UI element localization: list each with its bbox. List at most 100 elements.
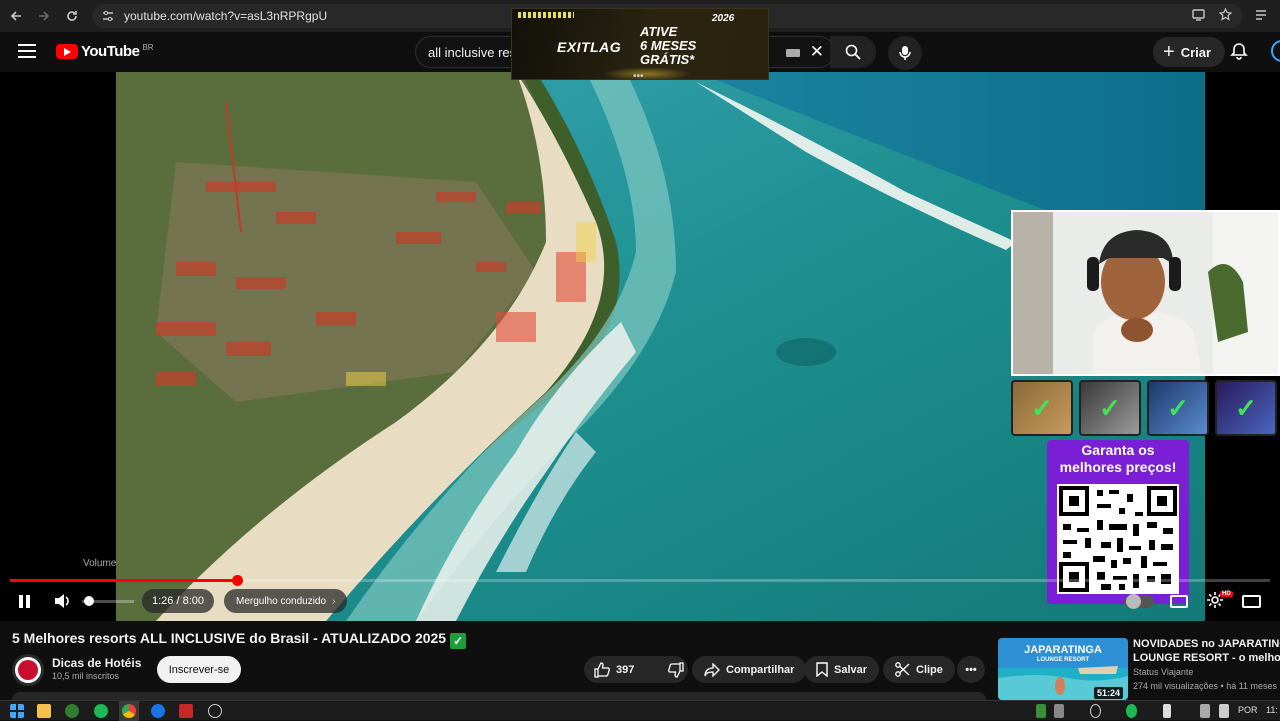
share-label: Compartilhar xyxy=(726,663,795,676)
promo-title: Garanta os melhores preços! xyxy=(1059,442,1177,475)
scissors-icon xyxy=(895,662,910,677)
subtitles-icon[interactable] xyxy=(1170,595,1188,608)
check-icon: ✓ xyxy=(1031,392,1053,423)
forward-button[interactable] xyxy=(30,2,58,30)
spotify-icon[interactable] xyxy=(94,704,108,718)
overlay-card-1: ✓ xyxy=(1011,380,1073,436)
file-explorer-icon[interactable] xyxy=(37,704,51,718)
arrow-right-icon xyxy=(39,11,50,21)
dislike-button[interactable] xyxy=(656,656,694,683)
hd-badge: HD xyxy=(1220,591,1233,597)
chapter-title: Mergulho conduzido xyxy=(236,595,327,607)
ad-dots: ••• xyxy=(633,71,644,80)
clip-label: Clipe xyxy=(916,663,943,676)
media-app-icon[interactable] xyxy=(179,704,193,718)
account-avatar[interactable] xyxy=(1271,40,1280,62)
youtube-play-icon xyxy=(56,44,78,59)
chrome-icon[interactable] xyxy=(122,704,136,718)
qr-code-image xyxy=(1057,484,1179,594)
menu-icon[interactable] xyxy=(18,44,36,58)
progress-scrubber[interactable] xyxy=(231,575,243,586)
url-text: youtube.com/watch?v=asL3nRPRgpU xyxy=(124,9,328,23)
reload-icon xyxy=(67,11,77,21)
system-app-icon[interactable] xyxy=(208,704,222,718)
ad-stripe xyxy=(518,12,574,18)
clip-button[interactable]: Clipe xyxy=(883,656,955,683)
ad-promo-text: ATIVE 6 MESES GRÁTIS* xyxy=(640,24,697,67)
search-icon xyxy=(845,44,861,60)
clock[interactable]: 11: xyxy=(1266,705,1278,715)
recommended-title-line1[interactable]: NOVIDADES no JAPARATINGA xyxy=(1133,637,1280,651)
youtube-logo[interactable]: YouTube BR xyxy=(56,43,154,60)
logo-text: YouTube xyxy=(81,43,140,60)
video-title: 5 Melhores resorts ALL INCLUSIVE do Bras… xyxy=(12,630,467,649)
reading-list-icon[interactable] xyxy=(1254,8,1268,25)
share-icon xyxy=(704,662,720,677)
wifi-icon[interactable] xyxy=(1200,704,1210,718)
overlay-card-4: ✓ xyxy=(1215,380,1277,436)
tray-chevron-icon[interactable] xyxy=(1036,704,1046,718)
network-icon[interactable] xyxy=(1054,704,1064,718)
language-indicator[interactable]: POR xyxy=(1238,705,1258,715)
browser-app-icon[interactable] xyxy=(151,704,165,718)
ad-year-tag: 2026 xyxy=(712,13,735,24)
subscribe-button[interactable]: Inscrever-se xyxy=(157,656,241,683)
create-label: Criar xyxy=(1180,44,1212,60)
save-label: Salvar xyxy=(834,663,868,676)
address-bar-actions xyxy=(1192,8,1232,21)
recommended-channel[interactable]: Status Viajante xyxy=(1133,667,1193,677)
bookmark-star-icon[interactable] xyxy=(1219,8,1232,21)
exitlag-ad-banner[interactable]: EXITLAG ATIVE 6 MESES GRÁTIS* 2026 ••• xyxy=(511,8,769,80)
microphone-icon xyxy=(899,46,911,60)
thumbs-down-icon xyxy=(668,661,685,678)
spotify-tray-icon[interactable] xyxy=(1126,704,1137,718)
subscriber-count: 10,5 mil inscritos xyxy=(52,671,120,681)
windows-start-icon[interactable] xyxy=(10,704,24,718)
voice-search-button[interactable] xyxy=(888,36,922,70)
chevron-right-icon: › xyxy=(332,595,336,607)
speaker-icon[interactable] xyxy=(1219,704,1229,718)
arrow-left-icon xyxy=(10,11,21,21)
search-button[interactable] xyxy=(830,36,876,68)
mute-button[interactable] xyxy=(54,590,72,612)
check-icon: ✓ xyxy=(1235,392,1257,423)
webcam-overlay xyxy=(1011,210,1280,376)
recommended-duration: 51:24 xyxy=(1094,687,1124,699)
recommended-title-line2[interactable]: LOUNGE RESORT - o melhor ... xyxy=(1133,651,1280,665)
ad-glow xyxy=(602,67,692,79)
site-settings-icon[interactable] xyxy=(100,8,116,24)
thumbs-up-icon xyxy=(594,661,610,678)
volume-icon xyxy=(55,594,69,608)
like-dislike-group: 397 xyxy=(584,656,688,683)
time-display: 1:26 / 8:00 xyxy=(142,589,214,613)
thumb-subtitle: LOUNGE RESORT xyxy=(1036,657,1090,663)
autoplay-toggle[interactable] xyxy=(1124,594,1154,609)
volume-knob[interactable] xyxy=(83,596,94,606)
volume-tooltip: Volume xyxy=(83,558,117,569)
pause-button[interactable] xyxy=(19,590,33,612)
theater-mode-icon[interactable] xyxy=(1242,595,1261,608)
more-actions-button[interactable]: ••• xyxy=(957,656,985,683)
chapter-button[interactable]: Mergulho conduzido › xyxy=(224,589,348,613)
channel-avatar[interactable] xyxy=(12,654,44,686)
channel-name[interactable]: Dicas de Hotéis xyxy=(52,656,141,670)
keyboard-icon[interactable] xyxy=(786,49,800,57)
notifications-bell-icon[interactable] xyxy=(1230,42,1248,65)
share-button[interactable]: Compartilhar xyxy=(692,656,807,683)
progress-played xyxy=(10,579,237,582)
bookmark-icon xyxy=(816,662,828,677)
video-player[interactable]: ✓ ✓ ✓ ✓ Garanta os melhores preços! Volu… xyxy=(0,72,1280,621)
clear-search-icon[interactable]: ✕ xyxy=(810,42,824,62)
cast-icon[interactable] xyxy=(1192,8,1205,21)
like-button[interactable]: 397 xyxy=(584,656,644,683)
back-button[interactable] xyxy=(2,2,30,30)
check-icon: ✓ xyxy=(1099,392,1121,423)
check-icon: ✓ xyxy=(1167,392,1189,423)
microphone-tray-icon[interactable] xyxy=(1163,704,1171,718)
xbox-app-icon[interactable] xyxy=(65,704,79,718)
plus-icon: + xyxy=(1163,41,1175,63)
save-button[interactable]: Salvar xyxy=(804,656,880,683)
steam-icon[interactable] xyxy=(1090,704,1101,718)
reload-button[interactable] xyxy=(58,2,86,30)
create-button[interactable]: + Criar xyxy=(1153,37,1226,67)
